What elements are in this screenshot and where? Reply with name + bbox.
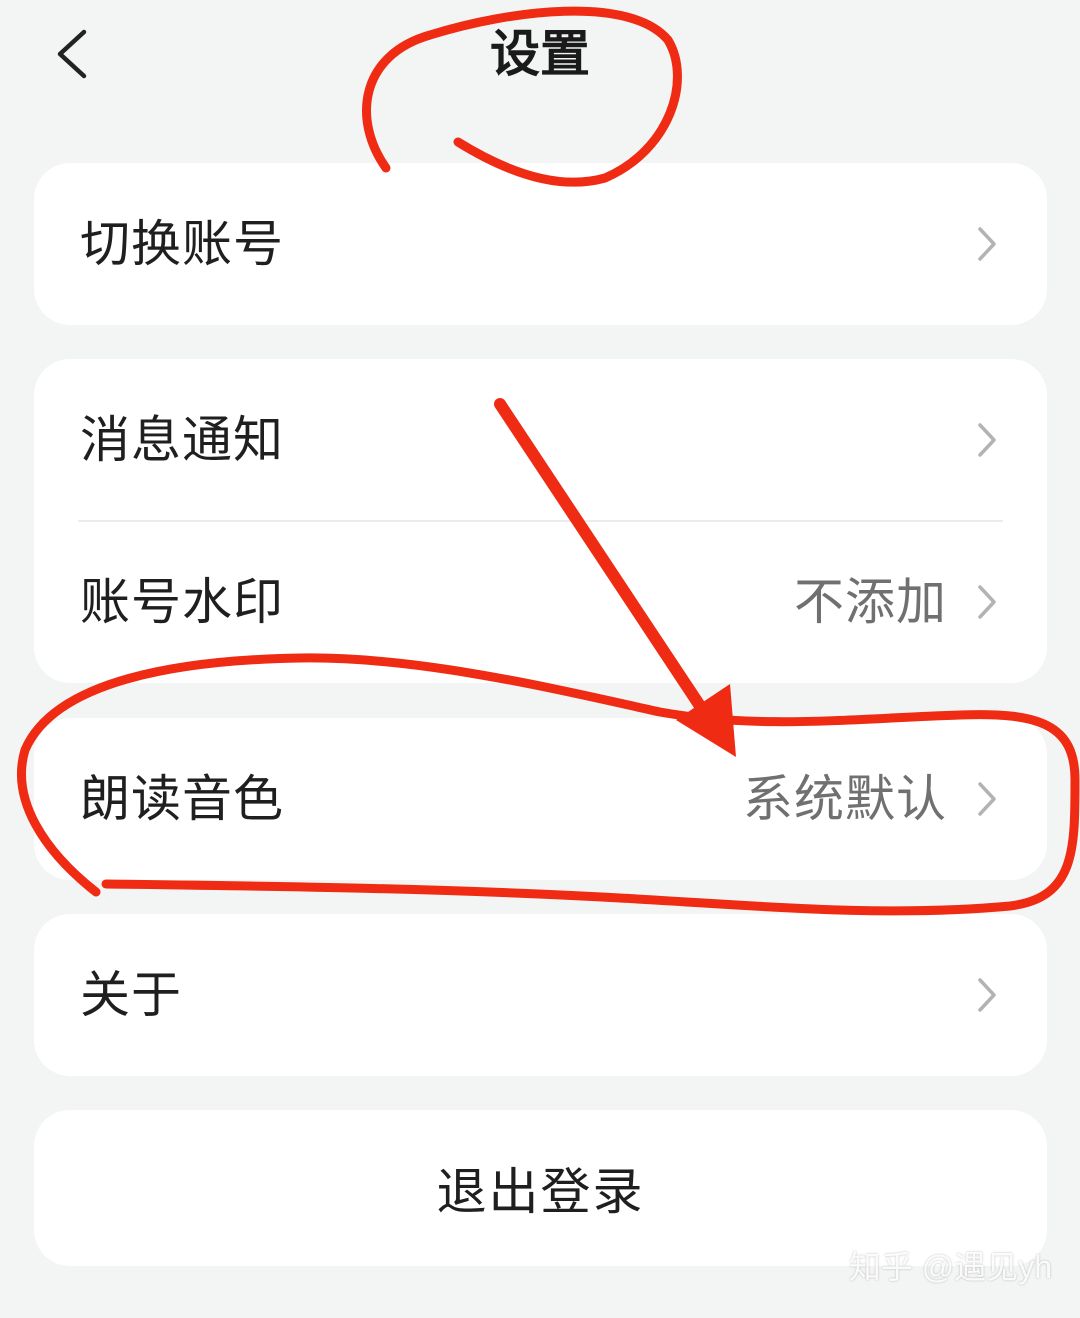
settings-card: 消息通知 账号水印 不添加 [34,359,1047,683]
voice-card: 朗读音色 系统默认 [34,718,1047,880]
chevron-right-icon [971,777,1003,821]
about-card: 关于 [34,914,1047,1076]
account-watermark-row[interactable]: 账号水印 不添加 [34,521,1047,683]
chevron-right-icon [971,580,1003,624]
page-title: 设置 [490,25,590,83]
row-label: 账号水印 [80,573,284,631]
row-value: 不添加 [794,573,947,631]
row-label: 关于 [80,966,182,1024]
zhihu-watermark: 知乎 @遇见yh [848,1249,1052,1285]
row-label: 朗读音色 [80,770,284,828]
account-card: 切换账号 [34,163,1047,325]
about-row[interactable]: 关于 [34,914,1047,1076]
reading-voice-row[interactable]: 朗读音色 系统默认 [34,718,1047,880]
chevron-right-icon [971,222,1003,266]
row-label: 消息通知 [80,411,284,469]
chevron-right-icon [971,418,1003,462]
top-bar: 设置 [0,0,1080,130]
row-label: 切换账号 [80,215,284,273]
message-notification-row[interactable]: 消息通知 [34,359,1047,521]
switch-account-row[interactable]: 切换账号 [34,163,1047,325]
row-value: 系统默认 [743,770,947,828]
chevron-right-icon [971,973,1003,1017]
